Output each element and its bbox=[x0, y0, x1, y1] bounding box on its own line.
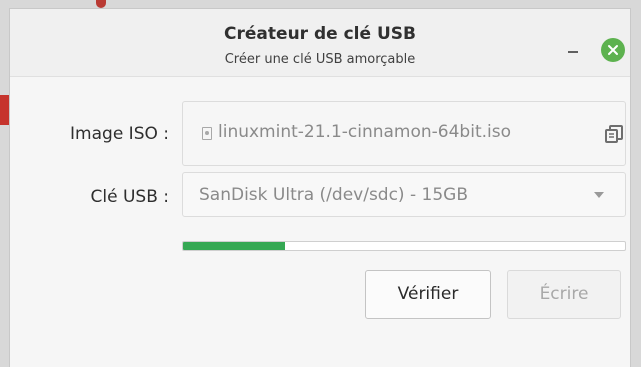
close-icon bbox=[608, 45, 618, 55]
close-button[interactable] bbox=[601, 38, 625, 62]
chevron-down-icon bbox=[594, 192, 604, 198]
minimize-icon bbox=[568, 51, 578, 53]
iso-image-label: Image ISO : bbox=[70, 124, 169, 144]
copy-icon[interactable] bbox=[603, 123, 625, 145]
background-window-edge bbox=[96, 0, 106, 8]
verify-button[interactable]: Vérifier bbox=[365, 270, 491, 319]
window-title: Créateur de clé USB bbox=[224, 24, 416, 44]
usb-creator-window: Créateur de clé USB Créer une clé USB am… bbox=[9, 8, 631, 367]
write-button[interactable]: Écrire bbox=[507, 270, 621, 319]
progress-fill bbox=[183, 242, 285, 250]
iso-image-value: linuxmint-21.1-cinnamon-64bit.iso bbox=[218, 122, 512, 142]
usb-key-selected-value: SanDisk Ultra (/dev/sdc) - 15GB bbox=[199, 185, 468, 205]
window-subtitle: Créer une clé USB amorçable bbox=[224, 52, 416, 67]
title-bar[interactable]: Créateur de clé USB Créer une clé USB am… bbox=[10, 9, 630, 77]
usb-key-label: Clé USB : bbox=[90, 187, 169, 207]
iso-image-field[interactable]: linuxmint-21.1-cinnamon-64bit.iso bbox=[182, 101, 626, 166]
background-window-edge bbox=[0, 95, 9, 125]
write-progress-bar bbox=[182, 241, 626, 251]
file-icon bbox=[202, 127, 212, 140]
minimize-button[interactable] bbox=[562, 40, 584, 62]
usb-key-select[interactable]: SanDisk Ultra (/dev/sdc) - 15GB bbox=[182, 172, 626, 217]
